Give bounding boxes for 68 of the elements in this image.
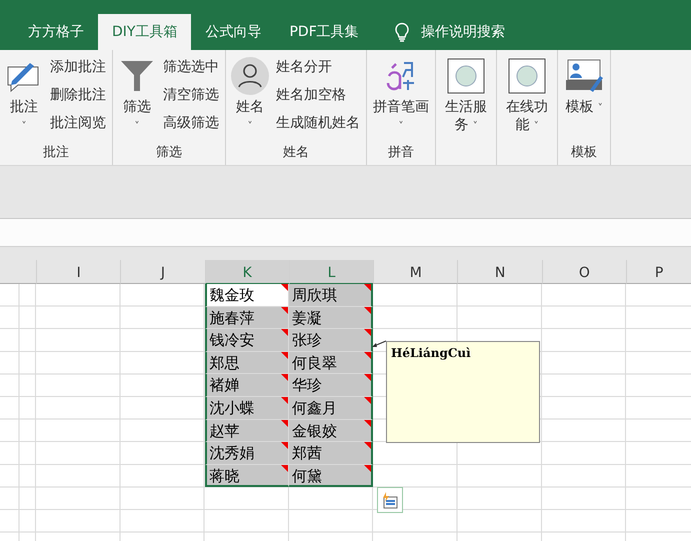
ribbon-item[interactable]: 筛选选中 xyxy=(163,56,219,78)
ribbon-tab[interactable]: 方方格子 xyxy=(14,14,98,50)
ribbon-button[interactable]: 筛选 ˅ xyxy=(119,54,155,143)
comment-marker-icon xyxy=(364,442,372,450)
column-header[interactable]: I xyxy=(36,260,120,284)
flash-fill-button[interactable] xyxy=(377,487,403,513)
ribbon-button[interactable]: 生活服务 ˅ xyxy=(442,54,490,143)
group-label: 筛选 xyxy=(155,144,183,162)
lightbulb-icon xyxy=(394,22,409,42)
group-label: 模板 xyxy=(570,144,598,162)
ribbon-tab[interactable]: PDF工具集 xyxy=(275,14,373,50)
column-header[interactable]: P xyxy=(626,260,691,284)
table-cell: 姜凝 xyxy=(288,306,374,330)
column-header[interactable]: L xyxy=(288,260,374,284)
table-cell: 施春萍 xyxy=(204,306,289,330)
column-header[interactable]: J xyxy=(120,260,205,284)
table-cell: 郑茜 xyxy=(288,442,374,465)
table-cell: 张珍 xyxy=(288,329,374,352)
ribbon-item[interactable]: 高级筛选 xyxy=(163,112,219,134)
comment-marker-icon xyxy=(364,374,372,382)
table-cell: 周欣琪 xyxy=(288,284,374,307)
person-icon xyxy=(230,56,270,96)
table-cell: 何黛 xyxy=(288,464,374,488)
table-cell: 钱冷安 xyxy=(204,329,289,352)
table-cell: 金银姣 xyxy=(288,420,374,442)
table-cell: 褚婵 xyxy=(204,374,289,397)
ribbon-button[interactable]: 批注 ˅ xyxy=(6,54,42,143)
group-label: 拼音 xyxy=(387,144,415,162)
comment-marker-icon xyxy=(364,306,372,314)
column-header[interactable]: O xyxy=(542,260,626,284)
column-header[interactable]: N xyxy=(457,260,542,284)
ribbon-button[interactable]: 姓名 ˅ xyxy=(232,54,268,143)
ribbon-item[interactable]: 姓名加空格 xyxy=(276,84,360,106)
ribbon-button[interactable]: 模板 ˅ xyxy=(564,54,604,143)
column-header[interactable]: M xyxy=(373,260,458,284)
ribbon-tab[interactable]: DIY工具箱 xyxy=(98,14,192,50)
leader-line xyxy=(372,339,386,347)
comment-marker-icon xyxy=(364,396,372,404)
template-card-icon xyxy=(564,58,604,94)
table-cell: 郑思 xyxy=(204,352,289,374)
ribbon-button[interactable]: 拼音笔画 ˅ xyxy=(373,54,429,143)
table-cell: 沈秀娟 xyxy=(204,442,289,465)
ribbon-item[interactable]: 清空筛选 xyxy=(163,84,219,106)
comment-marker-icon xyxy=(364,464,372,472)
flash-fill-icon xyxy=(381,491,399,509)
group-label: 姓名 xyxy=(282,144,310,162)
table-cell: 沈小蝶 xyxy=(204,396,289,420)
table-cell: 何鑫月 xyxy=(288,396,374,420)
ribbon-item[interactable]: 删除批注 xyxy=(50,84,106,106)
ribbon-item[interactable]: 生成随机姓名 xyxy=(276,112,360,134)
comment-marker-icon xyxy=(364,284,372,291)
ribbon-tab[interactable]: 公式向导 xyxy=(191,14,276,50)
comment-text: HéLiángCuì xyxy=(386,341,540,443)
table-cell: 赵苹 xyxy=(204,420,289,442)
ribbon-item[interactable]: 姓名分开 xyxy=(276,56,360,78)
comment-marker-icon xyxy=(364,420,372,427)
group-label: 批注 xyxy=(42,144,70,162)
table-cell: 魏金玫 xyxy=(204,284,289,307)
ribbon-item[interactable]: 批注阅览 xyxy=(50,112,106,134)
ribbon-item[interactable]: 添加批注 xyxy=(50,56,106,78)
column-header[interactable]: K xyxy=(204,260,289,284)
table-cell: 何良翠 xyxy=(288,352,374,374)
comment-marker-icon xyxy=(364,329,372,336)
funnel-icon xyxy=(120,59,154,93)
search-label[interactable]: 操作说明搜索 xyxy=(420,23,505,41)
table-cell: 华珍 xyxy=(288,374,374,397)
table-cell: 蒋晓 xyxy=(204,464,289,488)
ribbon-button[interactable]: 在线功能 ˅ xyxy=(503,54,551,143)
